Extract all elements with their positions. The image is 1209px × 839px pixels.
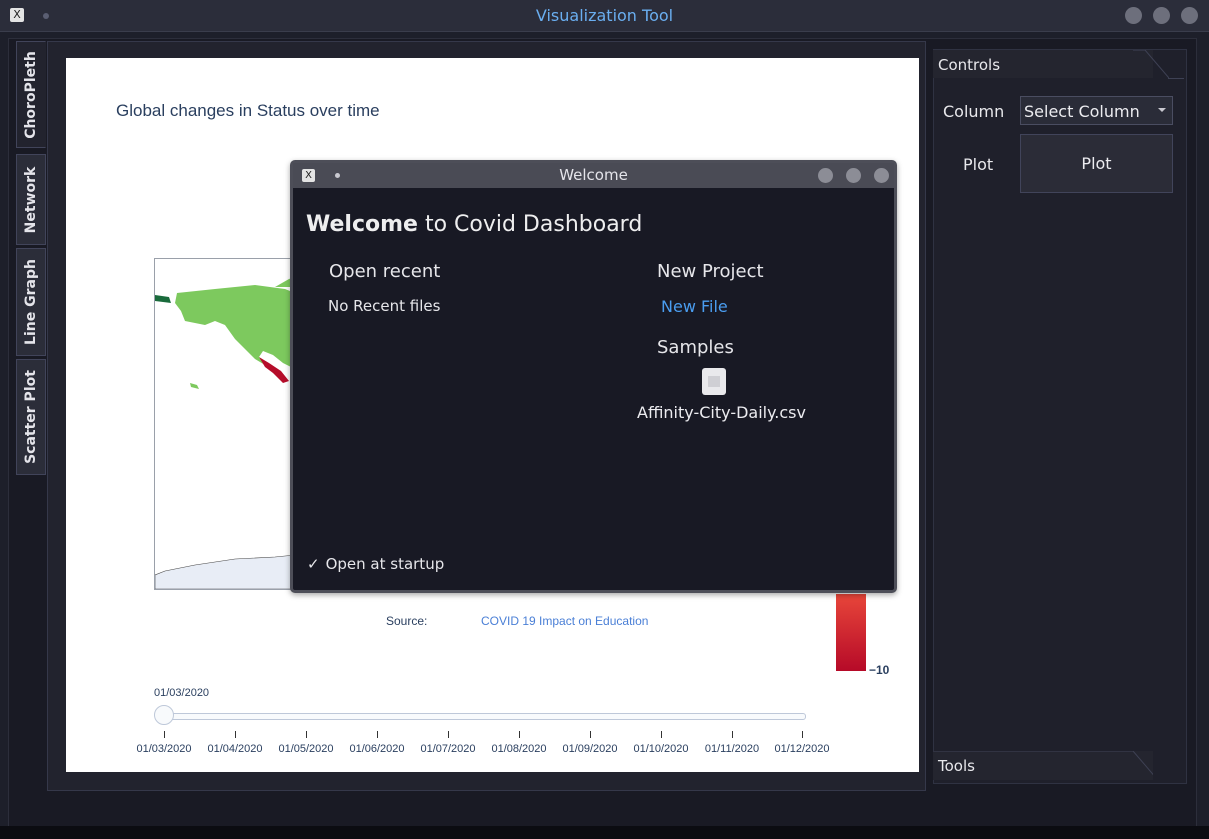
tab-corner (1133, 50, 1169, 79)
colorbar-tick-label: −10 (869, 663, 890, 677)
choropleth-map[interactable] (154, 258, 296, 590)
desktop-panel (0, 826, 1209, 839)
dialog-titlebar: X Welcome (293, 163, 894, 188)
slider-tick-label[interactable]: 01/03/2020 (124, 743, 204, 755)
close-button[interactable] (1181, 7, 1198, 24)
welcome-heading: Welcome to Covid Dashboard (306, 212, 642, 237)
column-label: Column (943, 102, 1005, 121)
slider-tick (519, 731, 520, 738)
tab-label: ChoroPleth (23, 50, 39, 139)
slider-tick (235, 731, 236, 738)
slider-tick (732, 731, 733, 738)
slider-tick-label[interactable]: 01/06/2020 (337, 743, 417, 755)
maximize-button[interactable] (1153, 7, 1170, 24)
welcome-heading-bold: Welcome (306, 212, 418, 237)
dialog-maximize-button[interactable] (846, 168, 861, 183)
file-icon[interactable] (702, 368, 726, 395)
samples-heading: Samples (657, 337, 734, 358)
open-at-startup-label: Open at startup (325, 555, 445, 573)
plot-label: Plot (963, 155, 994, 174)
window-titlebar: X Visualization Tool (0, 0, 1209, 32)
controls-title: Controls (938, 56, 1001, 74)
dialog-minimize-button[interactable] (818, 168, 833, 183)
slider-tick (661, 731, 662, 738)
colorbar (836, 594, 866, 671)
dialog-close-button[interactable] (874, 168, 889, 183)
new-file-link[interactable]: New File (661, 297, 728, 316)
tab-scatter-plot[interactable]: Scatter Plot (16, 359, 46, 475)
divider (1168, 78, 1184, 79)
tab-choropleth[interactable]: ChoroPleth (16, 41, 46, 148)
tools-title: Tools (938, 757, 975, 775)
slider-tick-label[interactable]: 01/11/2020 (692, 743, 772, 755)
window-title: Visualization Tool (535, 6, 674, 25)
source-label: Source: (386, 614, 428, 628)
plot-title: Global changes in Status over time (116, 101, 380, 120)
slider-tick (164, 731, 165, 738)
tab-label: Network (23, 166, 39, 233)
slider-tick-label[interactable]: 01/04/2020 (195, 743, 275, 755)
slider-tick-label[interactable]: 01/10/2020 (621, 743, 701, 755)
slider-current-value: 01/03/2020 (154, 687, 210, 699)
tab-network[interactable]: Network (16, 154, 46, 245)
slider-tick (377, 731, 378, 738)
no-recent-files: No Recent files (328, 297, 441, 315)
world-map-graphic (155, 277, 295, 589)
plot-button[interactable]: Plot (1020, 134, 1173, 193)
slider-tick-label[interactable]: 01/12/2020 (762, 743, 842, 755)
date-slider-rail[interactable] (164, 713, 806, 720)
tab-line-graph[interactable]: Line Graph (16, 248, 46, 356)
slider-tick-label[interactable]: 01/05/2020 (266, 743, 346, 755)
source-link[interactable]: COVID 19 Impact on Education (481, 614, 648, 628)
sample-file-link[interactable]: Affinity-City-Daily.csv (637, 403, 806, 422)
new-project-heading: New Project (657, 261, 764, 282)
slider-tick-label[interactable]: 01/07/2020 (408, 743, 488, 755)
dialog-title: Welcome (559, 166, 628, 184)
slider-tick-label[interactable]: 01/09/2020 (550, 743, 630, 755)
open-at-startup-checkbox[interactable]: ✓ Open at startup (307, 555, 444, 573)
column-select-value: Select Column (1024, 102, 1140, 121)
open-recent-heading: Open recent (329, 261, 441, 282)
chevron-down-icon (1158, 108, 1166, 112)
tab-label: Scatter Plot (23, 370, 39, 464)
minimize-button[interactable] (1125, 7, 1142, 24)
slider-tick (448, 731, 449, 738)
slider-tick (802, 731, 803, 738)
slider-tick-label[interactable]: 01/08/2020 (479, 743, 559, 755)
slider-tick (306, 731, 307, 738)
tab-label: Line Graph (23, 259, 39, 345)
date-slider-handle[interactable] (154, 705, 174, 725)
column-select[interactable]: Select Column (1020, 96, 1173, 125)
slider-tick (590, 731, 591, 738)
checkmark-icon: ✓ (307, 555, 320, 573)
welcome-heading-rest: to Covid Dashboard (417, 212, 643, 237)
